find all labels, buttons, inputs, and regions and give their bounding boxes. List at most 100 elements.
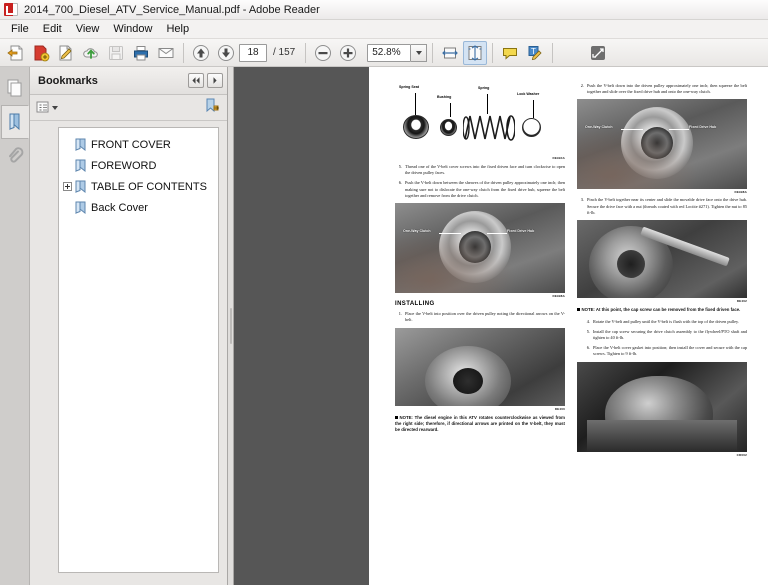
step-6-right: 6. Place the V-belt cover gasket into po…: [583, 345, 747, 357]
menu-bar: File Edit View Window Help: [0, 20, 768, 39]
bookmark-item-foreword[interactable]: FOREWORD: [59, 155, 218, 176]
zoom-dropdown-button[interactable]: [411, 43, 428, 62]
bookmark-item-front-cover[interactable]: FRONT COVER: [59, 134, 218, 155]
bookmark-item-back-cover[interactable]: Back Cover: [59, 197, 218, 218]
open-file-button[interactable]: [4, 41, 28, 65]
figure-code: DE402: [736, 299, 747, 304]
bookmark-icon: [75, 201, 86, 214]
figure-code: CD002: [736, 452, 747, 457]
step-6: 6. Push the V-belt down between the shea…: [395, 180, 565, 199]
figure-code: DE998A: [552, 294, 565, 299]
comment-button[interactable]: [498, 41, 522, 65]
collapse-panel-button[interactable]: [188, 73, 204, 88]
bookmarks-panel: Bookmarks FRONT COVER FOREWORD TABLE OF …: [30, 67, 228, 585]
step-text: Place the V-belt into position over the …: [405, 311, 565, 323]
menu-view[interactable]: View: [69, 21, 107, 37]
step-5-right: 5. Install the cap screw securing the dr…: [583, 329, 747, 341]
spring-seat-part: [403, 115, 429, 139]
page-total-label: / 157: [273, 47, 296, 58]
toolbar-separator-2: [305, 42, 307, 63]
bookmark-options-button[interactable]: [36, 101, 58, 114]
bookmark-label: Back Cover: [91, 201, 148, 214]
bookmark-icon: [75, 180, 86, 193]
next-page-button[interactable]: [214, 41, 238, 65]
document-viewport[interactable]: Spring Seat Bushing Spring Lock Washer D…: [234, 67, 768, 585]
bookmarks-panel-title: Bookmarks: [38, 74, 98, 87]
window-title: 2014_700_Diesel_ATV_Service_Manual.pdf -…: [24, 3, 320, 16]
page-number-input[interactable]: 18: [239, 43, 267, 62]
attachments-tab[interactable]: [1, 139, 29, 173]
fit-width-button[interactable]: [438, 41, 462, 65]
photo-one-way-clutch: One-Way Clutch Fixed Drive Hub: [395, 203, 565, 294]
step-number: 3.: [580, 197, 584, 203]
figure-code: DE400: [554, 406, 565, 411]
previous-page-button[interactable]: [189, 41, 213, 65]
zoom-out-button[interactable]: [311, 41, 335, 65]
sign-button[interactable]: [54, 41, 78, 65]
new-bookmark-button[interactable]: [205, 98, 221, 118]
photo-cover-install: [577, 361, 747, 452]
menu-window[interactable]: Window: [106, 21, 159, 37]
print-button[interactable]: [129, 41, 153, 65]
note-text: NOTE: The diesel engine in this ATV rota…: [395, 414, 565, 433]
step-text: Rotate the V-belt and pulley until the V…: [593, 318, 739, 324]
highlight-button[interactable]: T: [523, 41, 547, 65]
title-bar: 2014_700_Diesel_ATV_Service_Manual.pdf -…: [0, 0, 768, 20]
diagram-label-lock-washer: Lock Washer: [517, 92, 540, 96]
diagram-label-spring-seat: Spring Seat: [399, 85, 419, 89]
toolbar-separator: [183, 42, 184, 63]
step-number: 5.: [586, 328, 590, 334]
note-bullet-icon: [395, 415, 398, 419]
fit-page-button[interactable]: [463, 40, 488, 65]
bookmark-icon: [75, 159, 86, 172]
note-right: NOTE: At this point, the cap screw can b…: [577, 307, 747, 313]
new-bookmark-icon: [206, 98, 220, 112]
toolbar-separator-5: [552, 42, 554, 63]
bookmark-options-icon: [36, 101, 49, 113]
navigation-rail: [0, 67, 30, 585]
step-number: 2.: [580, 83, 584, 88]
page-thumbnails-tab[interactable]: [1, 71, 29, 105]
pdf-icon: [4, 2, 19, 17]
bookmark-icon: [75, 138, 86, 151]
step-text: Push the V-belt down into the driven pul…: [587, 83, 747, 95]
create-pdf-button[interactable]: [29, 41, 53, 65]
figure-code: DE994A: [552, 156, 565, 160]
photo-label-fixed-drive-hub: Fixed Drive Hub: [507, 229, 535, 234]
step-5: 5. Thread one of the V-belt cover screws…: [395, 164, 565, 176]
zoom-level-input[interactable]: 52.8%: [367, 43, 412, 62]
step-3: 3. Pinch the V-belt together near its ce…: [577, 197, 747, 216]
save-button[interactable]: [104, 41, 128, 65]
expand-toggle-icon[interactable]: [63, 182, 72, 191]
photo-label-one-way-clutch: One-Way Clutch: [585, 125, 613, 130]
step-4: 4. Rotate the V-belt and pulley until th…: [583, 319, 747, 325]
lock-washer-part: [522, 118, 541, 137]
main-area: Bookmarks FRONT COVER FOREWORD TABLE OF …: [0, 67, 768, 585]
bookmark-item-table-of-contents[interactable]: TABLE OF CONTENTS: [59, 176, 218, 197]
toolbar-separator-3: [432, 42, 434, 63]
bookmarks-list[interactable]: FRONT COVER FOREWORD TABLE OF CONTENTS B…: [58, 127, 219, 573]
menu-file[interactable]: File: [4, 21, 36, 37]
email-button[interactable]: [154, 41, 178, 65]
page-left-column: Spring Seat Bushing Spring Lock Washer D…: [395, 83, 565, 585]
expand-panel-button[interactable]: [207, 73, 223, 88]
bookmarks-tab[interactable]: [0, 105, 29, 139]
zoom-in-button[interactable]: [336, 41, 360, 65]
note-left: NOTE: The diesel engine in this ATV rota…: [395, 415, 565, 434]
fullscreen-button[interactable]: [586, 41, 610, 65]
step-number: 4.: [586, 318, 590, 324]
bushing-part: [440, 119, 457, 136]
adobe-reader-window: 2014_700_Diesel_ATV_Service_Manual.pdf -…: [0, 0, 768, 585]
step-number: 6.: [398, 180, 402, 186]
menu-help[interactable]: Help: [159, 21, 196, 37]
installing-heading: INSTALLING: [395, 301, 435, 308]
photo-label-fixed-drive-hub: Fixed Drive Hub: [689, 125, 717, 130]
note-bullet-icon: [577, 308, 580, 312]
step-text: Thread one of the V-belt cover screws in…: [405, 164, 565, 176]
parts-diagram: Spring Seat Bushing Spring Lock Washer: [395, 83, 565, 155]
toolbar: 18 / 157 52.8% T: [0, 39, 768, 67]
bookmarks-panel-header: Bookmarks: [30, 67, 227, 95]
cloud-upload-button[interactable]: [79, 41, 103, 65]
photo-drive-face-nut: [577, 220, 747, 299]
menu-edit[interactable]: Edit: [36, 21, 69, 37]
